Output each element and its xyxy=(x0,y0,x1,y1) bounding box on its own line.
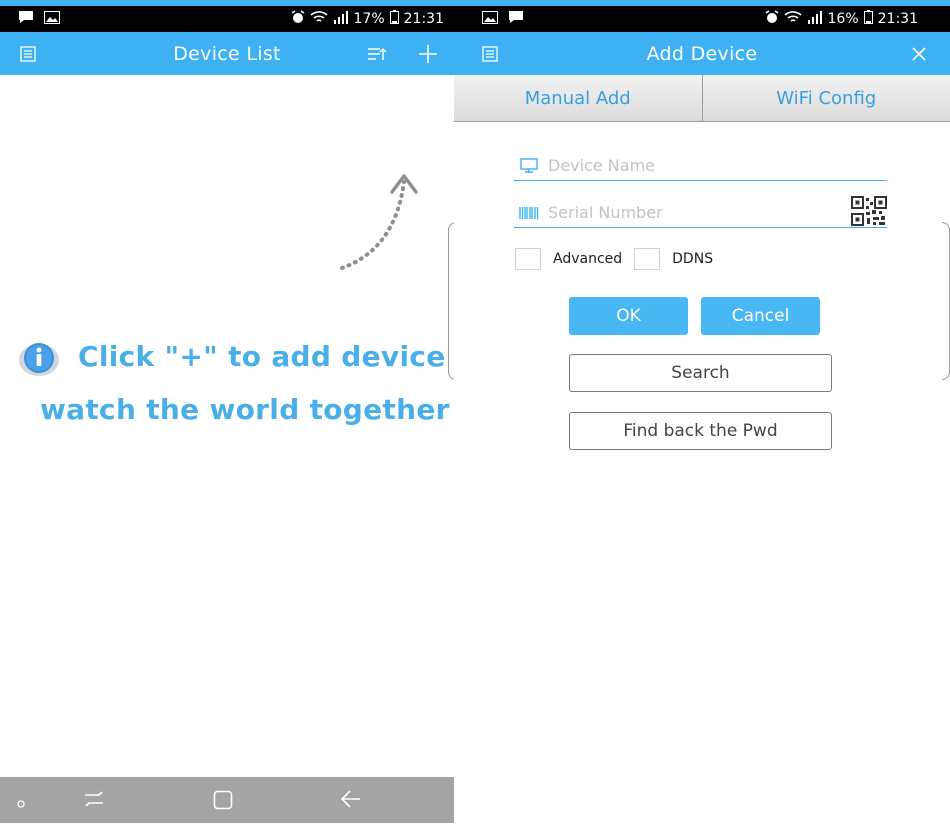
device-name-field xyxy=(514,151,887,181)
tab-manual-add[interactable]: Manual Add xyxy=(454,75,702,121)
device-list-screen: 17% 21:31 Device List Click "+" to add d… xyxy=(0,0,454,825)
back-icon[interactable] xyxy=(340,790,361,812)
home-icon[interactable] xyxy=(213,790,233,814)
battery-percentage: 17% xyxy=(353,11,385,27)
barcode-icon xyxy=(518,202,540,224)
chat-icon xyxy=(508,10,524,28)
recent-apps-icon[interactable] xyxy=(84,790,104,812)
image-icon xyxy=(482,10,498,28)
status-bar: 16% 21:31 xyxy=(454,6,950,32)
battery-icon xyxy=(389,10,399,28)
info-icon xyxy=(18,339,60,377)
advanced-label: Advanced xyxy=(553,251,623,267)
options-row: Advanced DDNS xyxy=(515,248,725,270)
serial-number-input[interactable] xyxy=(548,203,828,222)
signal-icon xyxy=(333,10,349,28)
close-icon[interactable] xyxy=(899,32,939,75)
hint-line-2: watch the world together xyxy=(40,393,450,426)
wifi-icon xyxy=(309,10,328,28)
ddns-label: DDNS xyxy=(672,251,714,267)
chat-icon xyxy=(18,10,34,28)
image-icon xyxy=(44,10,60,28)
qr-code-icon[interactable] xyxy=(851,196,887,230)
screen-edge-curve xyxy=(942,222,950,380)
list-icon[interactable] xyxy=(8,32,48,75)
signal-icon xyxy=(807,10,823,28)
find-password-button[interactable]: Find back the Pwd xyxy=(569,412,832,450)
battery-icon xyxy=(863,10,873,28)
app-bar: Add Device xyxy=(454,32,950,75)
page-title: Add Device xyxy=(646,42,758,65)
dotted-arrow-icon xyxy=(340,174,418,270)
status-time: 21:31 xyxy=(403,11,444,27)
search-button[interactable]: Search xyxy=(569,354,832,392)
battery-percentage: 16% xyxy=(827,11,859,27)
tab-bar: Manual Add WiFi Config xyxy=(454,75,950,122)
sort-icon[interactable] xyxy=(357,32,397,75)
monitor-icon xyxy=(518,155,540,177)
navigation-bar xyxy=(0,777,454,823)
serial-number-field xyxy=(514,196,887,230)
app-bar: Device List xyxy=(0,32,454,75)
hint-line-1: Click "+" to add device xyxy=(78,340,446,373)
cancel-button[interactable]: Cancel xyxy=(701,297,820,335)
status-time: 21:31 xyxy=(877,11,918,27)
add-device-screen: 16% 21:31 Add Device Manual Add WiFi Con… xyxy=(454,0,950,825)
list-icon[interactable] xyxy=(470,32,510,75)
status-bar: 17% 21:31 xyxy=(0,6,454,32)
wifi-icon xyxy=(783,10,802,28)
device-name-input[interactable] xyxy=(548,156,828,175)
alarm-icon xyxy=(765,10,779,28)
ok-button[interactable]: OK xyxy=(569,297,688,335)
plus-icon[interactable] xyxy=(408,32,448,75)
advanced-checkbox[interactable] xyxy=(515,248,541,270)
tab-wifi-config[interactable]: WiFi Config xyxy=(701,75,950,121)
dot-icon[interactable] xyxy=(16,794,26,813)
ddns-checkbox[interactable] xyxy=(634,248,661,270)
alarm-icon xyxy=(291,10,305,28)
